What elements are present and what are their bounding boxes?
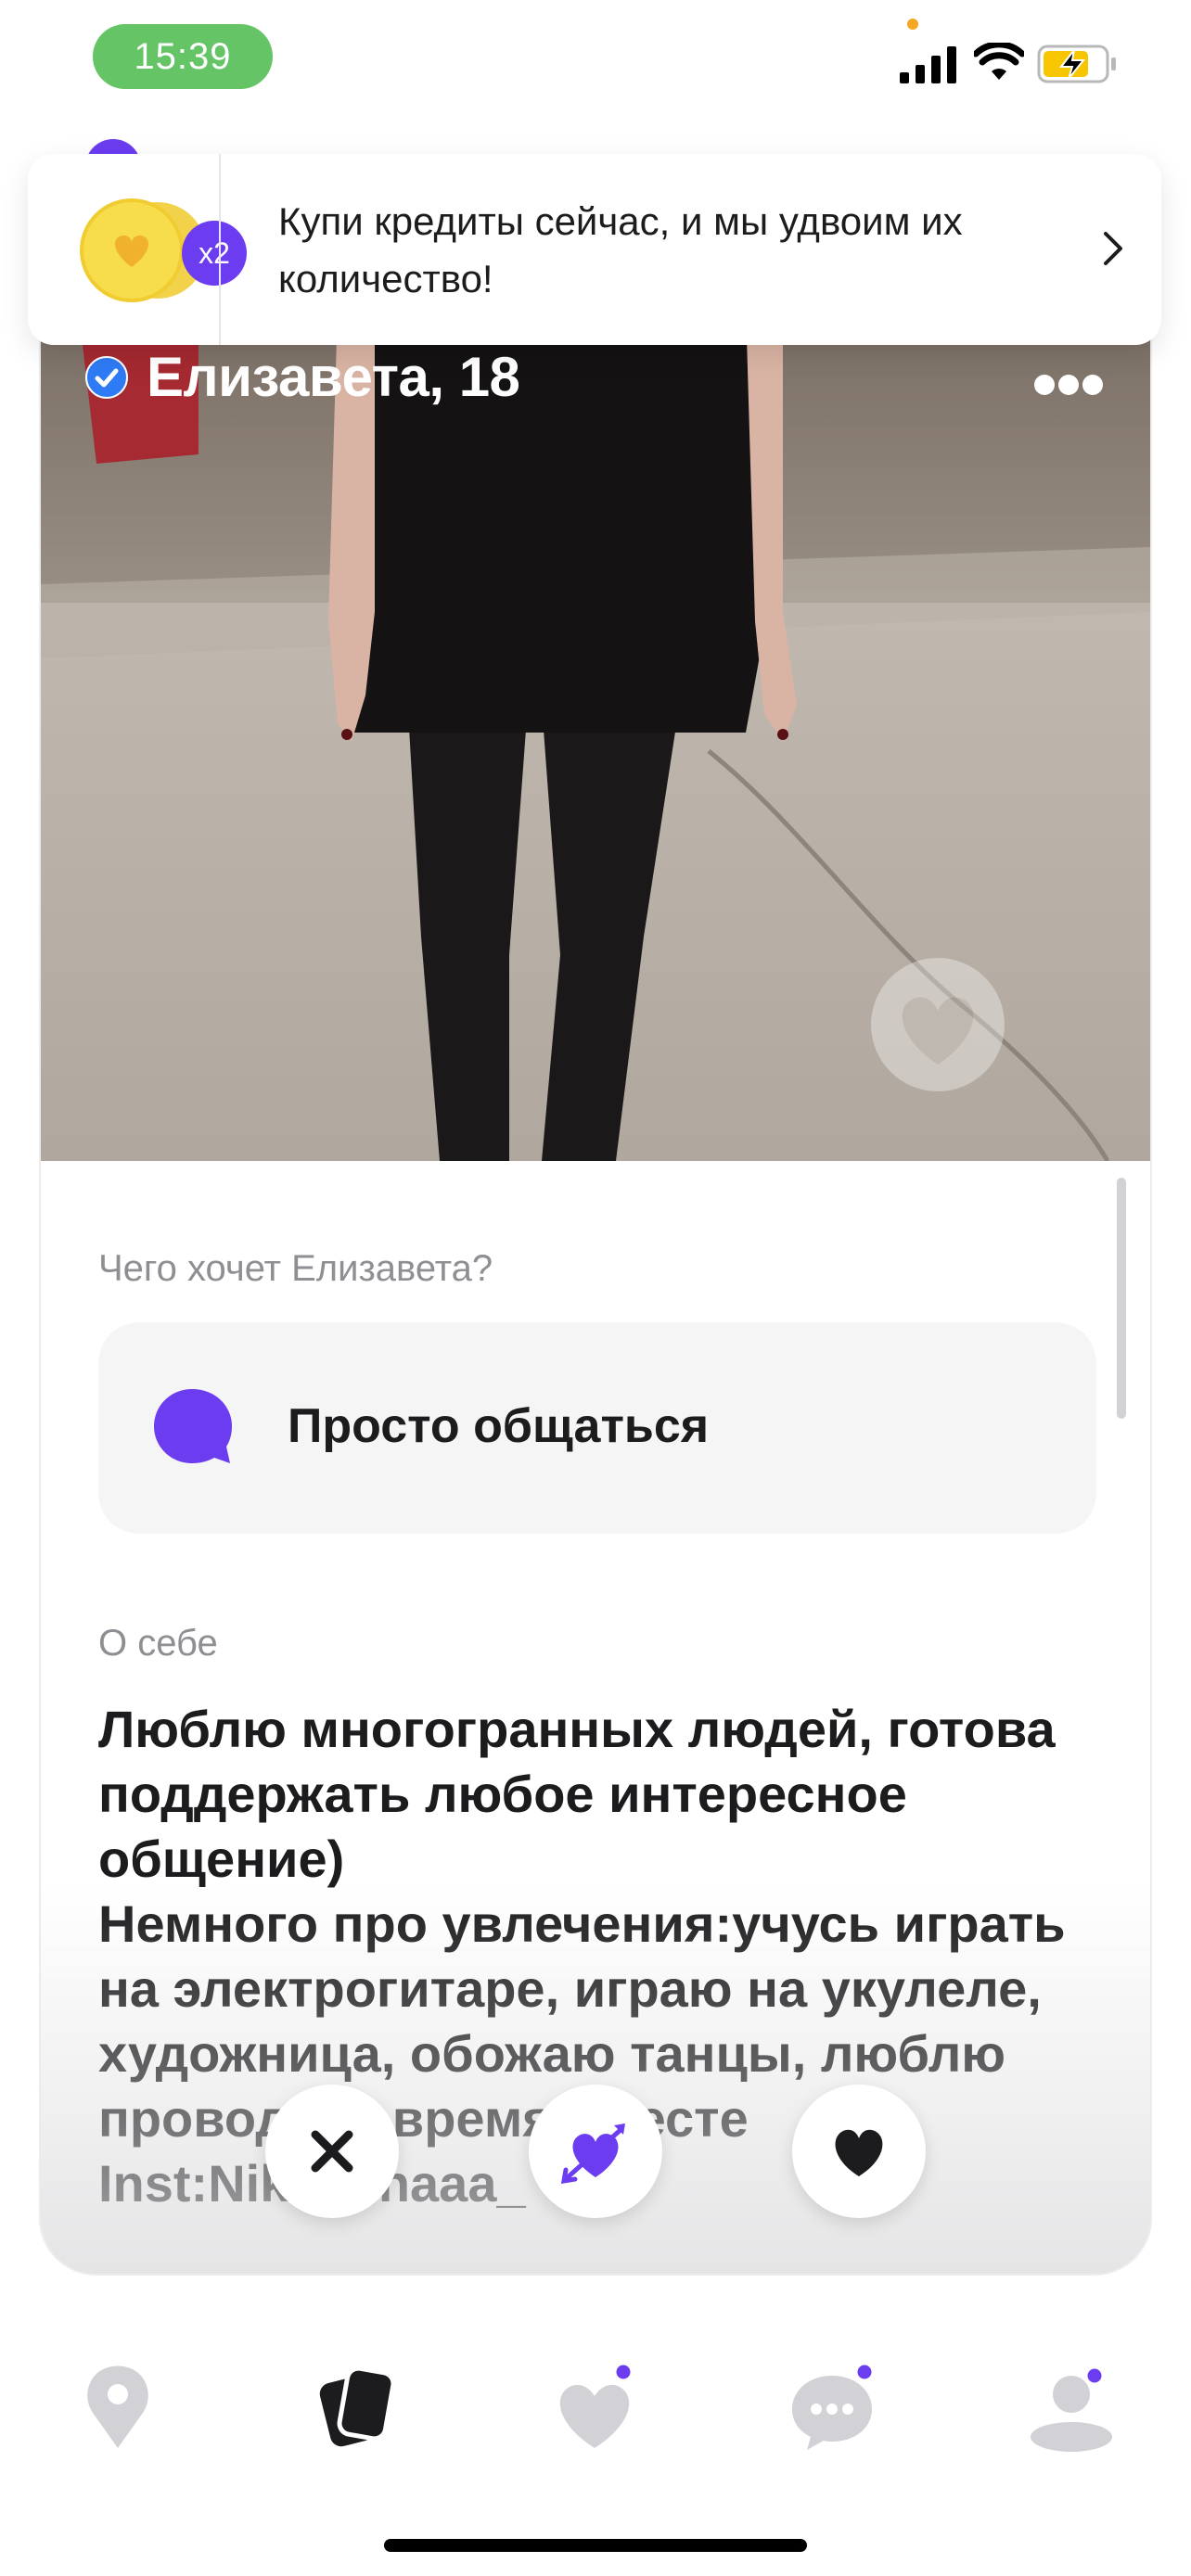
status-bar: 15:39	[0, 0, 1191, 121]
privacy-indicator	[907, 19, 918, 30]
likes-icon[interactable]	[544, 2355, 646, 2457]
promo-divider	[219, 154, 221, 345]
about-label: О себе	[98, 1623, 218, 1664]
profile-icon[interactable]	[1020, 2355, 1122, 2457]
promo-banner[interactable]: x2 Купи кредиты сейчас, и мы удвоим их к…	[28, 154, 1161, 345]
want-card: Просто общаться	[98, 1322, 1096, 1534]
chevron-right-icon[interactable]	[1085, 221, 1141, 276]
profile-name-row: Елизавета, 18	[85, 345, 520, 409]
cupid-heart-icon	[560, 2123, 625, 2185]
map-pin-icon[interactable]	[67, 2355, 169, 2457]
battery-icon	[1037, 45, 1116, 83]
app-logo-watermark-icon	[871, 958, 1005, 1091]
verified-check-icon	[85, 355, 128, 399]
status-time: 15:39	[93, 24, 273, 89]
more-options-icon[interactable]	[1033, 373, 1104, 397]
home-indicator	[384, 2539, 807, 2552]
want-value: Просто общаться	[288, 1399, 710, 1453]
profile-name: Елизавета, 18	[147, 346, 520, 408]
promo-text: Купи кредиты сейчас, и мы удвоим их коли…	[278, 199, 963, 300]
profile-card[interactable]: Елизавета, 18 Чего хочет Елизавета? Прос…	[41, 306, 1150, 2274]
super-like-button[interactable]	[529, 2085, 662, 2218]
heart-icon	[835, 2129, 883, 2176]
close-icon	[311, 2130, 353, 2173]
dislike-button[interactable]	[265, 2085, 399, 2218]
want-label: Чего хочет Елизавета?	[98, 1248, 493, 1289]
wifi-icon	[974, 43, 1024, 80]
cellular-signal-icon	[900, 46, 956, 83]
cards-icon[interactable]	[304, 2355, 406, 2457]
multiplier-badge: x2	[182, 221, 247, 286]
chats-icon[interactable]	[781, 2355, 883, 2457]
scrollbar[interactable]	[1117, 1178, 1126, 1419]
like-button[interactable]	[792, 2085, 926, 2218]
chat-bubble-icon	[154, 1389, 232, 1463]
